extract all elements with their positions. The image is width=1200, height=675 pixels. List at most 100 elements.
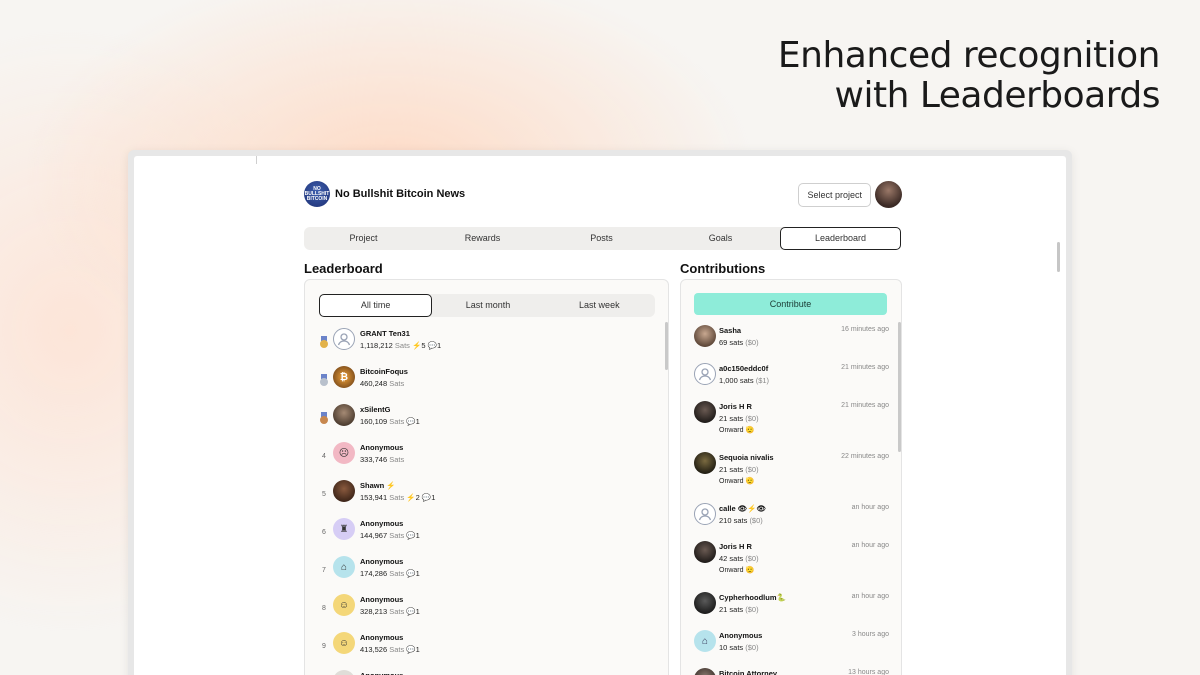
leaderboard-name: Anonymous (360, 519, 404, 528)
contribute-button[interactable]: Contribute (694, 293, 887, 315)
contribution-time: 13 hours ago (848, 669, 889, 675)
contributor-avatar (694, 668, 716, 675)
rank-number: 4 (322, 453, 326, 460)
contribution-time: 22 minutes ago (841, 453, 889, 460)
amount-unit: Sats (389, 645, 405, 654)
leaderboard-row[interactable]: ☺ Anonymous (317, 670, 647, 675)
contribution-time: 16 minutes ago (841, 326, 889, 333)
top-bar: NO BULLSHIT BITCOIN No Bullshit Bitcoin … (304, 181, 902, 209)
contribution-row[interactable]: Bitcoin Attorney 13 hours ago (694, 668, 889, 675)
contributor-name: Joris H R (719, 542, 752, 551)
contributor-name: Joris H R (719, 402, 752, 411)
contributor-name: Cypherhoodlum🐍 (719, 593, 786, 602)
leaderboard-amount: 174,286 Sats 💬1 (360, 569, 420, 578)
leaderboard-name: Anonymous (360, 595, 404, 604)
contributor-avatar (694, 325, 716, 347)
leaderboard-row[interactable]: 8 ☺ Anonymous 328,213 Sats 💬1 (317, 594, 647, 628)
contribution-amount: 10 sats ($0) (719, 643, 759, 652)
rank-number: 8 (322, 605, 326, 612)
leaderboard-amount: 333,746 Sats (360, 455, 404, 464)
leaderboard-row[interactable]: 7 ⌂ Anonymous 174,286 Sats 💬1 (317, 556, 647, 590)
tab-rewards[interactable]: Rewards (423, 227, 542, 250)
leaderboard-row[interactable]: xSilentG 160,109 Sats 💬1 (317, 404, 647, 438)
leaderboard-row[interactable]: 6 ♜ Anonymous 144,967 Sats 💬1 (317, 518, 647, 552)
comment-count: 💬1 (404, 645, 420, 654)
headline: Enhanced recognition with Leaderboards (778, 36, 1161, 116)
contributor-avatar (694, 592, 716, 614)
contribution-row[interactable]: Cypherhoodlum🐍 an hour ago 21 sats ($0) (694, 592, 889, 632)
comment-count: 💬1 (425, 341, 442, 350)
contributions-panel: Contribute Sasha 16 minutes ago 69 sats ($… (680, 279, 902, 675)
headline-line-2: with Leaderboards (834, 75, 1161, 116)
amount-value: 1,118,212 (360, 341, 395, 350)
leaderboard-amount: 328,213 Sats 💬1 (360, 607, 420, 616)
contribution-row[interactable]: Sequoia nivalis 22 minutes ago 21 sats ($0… (694, 452, 889, 492)
contribution-amount: 1,000 sats ($1) (719, 376, 769, 385)
amount-unit: Sats (389, 417, 405, 426)
bitcoin-avatar-icon: ₿ (333, 366, 355, 388)
amount-sats: 42 sats (719, 554, 746, 563)
leaderboard-row[interactable]: GRANT Ten31 1,118,212 Sats ⚡5 💬1 (317, 328, 647, 362)
amount-sats: 1,000 sats (719, 376, 756, 385)
contribution-row[interactable]: ⌂ Anonymous 3 hours ago 10 sats ($0) (694, 630, 889, 670)
comment-count: 💬1 (419, 493, 436, 502)
leaderboard-amount: 153,941 Sats ⚡2 💬1 (360, 493, 435, 502)
filter-last-month[interactable]: Last month (432, 294, 543, 317)
tab-goals[interactable]: Goals (661, 227, 780, 250)
filter-all-time[interactable]: All time (319, 294, 433, 317)
photo-avatar-icon (333, 404, 355, 426)
page-scrollbar[interactable] (1057, 242, 1060, 272)
anon-avatar-icon: ☺ (333, 670, 355, 675)
amount-sats: 10 sats (719, 643, 746, 652)
amount-value: 333,746 (360, 455, 390, 464)
contributions-scrollbar[interactable] (898, 322, 901, 452)
contribution-row[interactable]: a0c150eddc0f 21 minutes ago 1,000 sats ($1… (694, 363, 889, 403)
leaderboard-name: GRANT Ten31 (360, 329, 410, 338)
tab-posts[interactable]: Posts (542, 227, 661, 250)
leaderboard-row[interactable]: 9 ☺ Anonymous 413,526 Sats 💬1 (317, 632, 647, 666)
amount-unit: Sats (389, 531, 405, 540)
anon-avatar-icon: ⌂ (333, 556, 355, 578)
contribution-row[interactable]: Joris H R 21 minutes ago 21 sats ($0) Onwar… (694, 401, 889, 441)
contributor-name: Anonymous (719, 631, 763, 640)
amount-usd: ($0) (745, 338, 759, 347)
amount-usd: ($0) (749, 516, 763, 525)
leaderboard-name: Anonymous (360, 633, 404, 642)
contribution-time: 21 minutes ago (841, 364, 889, 371)
leaderboard-name: Anonymous (360, 557, 404, 566)
amount-unit: Sats (394, 341, 410, 350)
contributor-avatar: ⌂ (694, 630, 716, 652)
amount-usd: ($0) (745, 605, 759, 614)
leaderboard-scrollbar[interactable] (665, 322, 668, 370)
leaderboard-amount: 160,109 Sats 💬1 (360, 417, 420, 426)
project-logo[interactable]: NO BULLSHIT BITCOIN (304, 181, 330, 207)
app-screen: NO BULLSHIT BITCOIN No Bullshit Bitcoin … (134, 156, 1066, 675)
contribution-row[interactable]: Joris H R an hour ago 42 sats ($0) Onward 🫡 (694, 541, 889, 581)
leaderboard-row[interactable]: ₿ BitcoinFoqus 460,248 Sats (317, 366, 647, 400)
comment-count: 💬1 (404, 531, 420, 540)
tab-leaderboard[interactable]: Leaderboard (780, 227, 901, 250)
contribution-note: Onward 🫡 (719, 567, 755, 574)
contribution-amount: 42 sats ($0) (719, 554, 759, 563)
medal-icon (319, 374, 329, 386)
leaderboard-row[interactable]: 4 ☹ Anonymous 333,746 Sats (317, 442, 647, 476)
medal-icon (319, 412, 329, 424)
filter-last-week[interactable]: Last week (544, 294, 655, 317)
contribution-row[interactable]: calle 👁⚡👁 an hour ago 210 sats ($0) (694, 503, 889, 543)
contribution-row[interactable]: Sasha 16 minutes ago 69 sats ($0) (694, 325, 889, 365)
time-filter: All time Last month Last week (319, 294, 655, 317)
amount-usd: ($0) (745, 643, 759, 652)
zap-count: ⚡5 (409, 341, 426, 350)
amount-value: 160,109 (360, 417, 390, 426)
select-project-button[interactable]: Select project (798, 183, 871, 207)
leaderboard-amount: 460,248 Sats (360, 379, 404, 388)
leaderboard-amount: 144,967 Sats 💬1 (360, 531, 420, 540)
logo-text: NO BULLSHIT BITCOIN (304, 185, 330, 202)
leaderboard-row[interactable]: 5 Shawn ⚡ 153,941 Sats ⚡2 💬1 (317, 480, 647, 514)
tab-project[interactable]: Project (304, 227, 423, 250)
contribution-amount: 21 sats ($0) (719, 414, 759, 423)
rank-number: 5 (322, 491, 326, 498)
amount-sats: 69 sats (719, 338, 746, 347)
user-avatar[interactable] (875, 181, 902, 208)
anon-avatar-icon: ☺ (333, 594, 355, 616)
